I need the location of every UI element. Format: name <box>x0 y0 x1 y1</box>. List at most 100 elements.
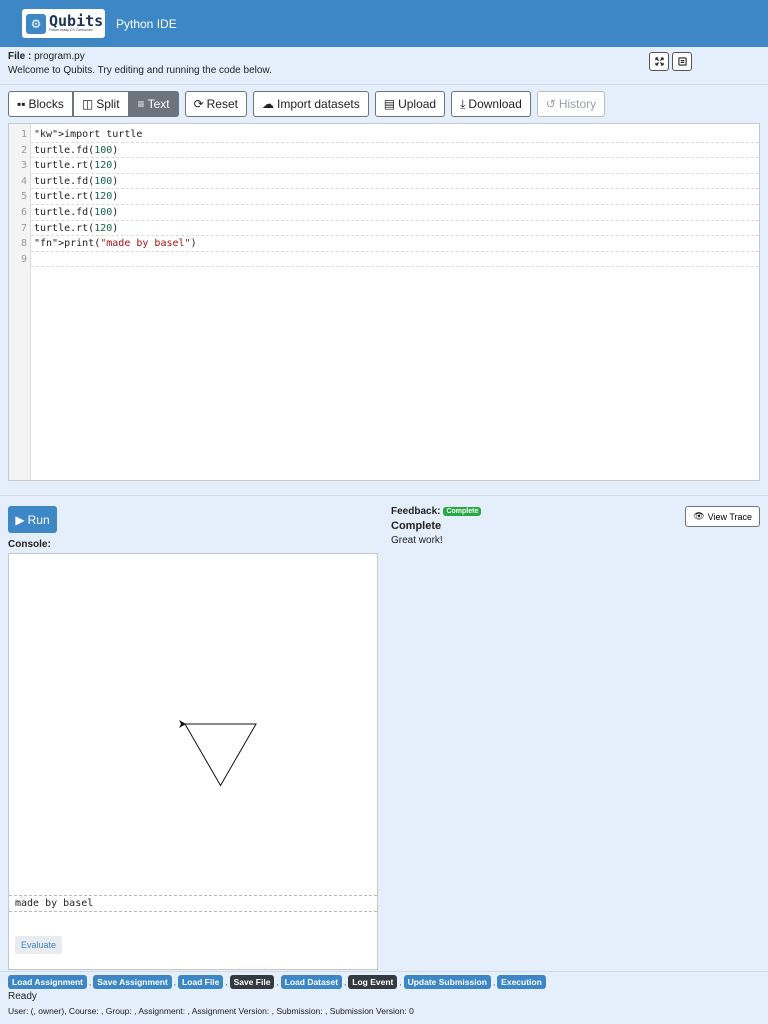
feedback-column: Feedback: Complete Complete Great work! … <box>391 506 760 546</box>
line-number: 2 <box>20 144 27 156</box>
event-separator: , <box>399 977 402 987</box>
code-line[interactable] <box>31 252 759 268</box>
event-separator: , <box>344 977 347 987</box>
import-datasets-label: Import datasets <box>277 97 360 111</box>
status-footer: Load Assignment, Save Assignment, Load Fil… <box>0 971 768 1018</box>
text-label: Text <box>147 97 170 111</box>
refresh-icon: ⟳ <box>193 97 204 111</box>
view-mode-group: ▪▪ Blocks ◫ Split ≡ Text <box>8 91 179 117</box>
upload-button[interactable]: ▤ Upload <box>374 91 446 117</box>
code-editor[interactable]: 1 2 3 4 5 6 7 8 9 "kw">import turtle tur… <box>8 123 760 481</box>
execution-panel: ▶ Run Console: made by basel Evaluate Fe… <box>0 495 768 971</box>
logo-text: Qubits Future ready CS Curriculum <box>49 14 103 33</box>
history-label: History <box>558 97 597 111</box>
text-align-icon: ≡ <box>137 97 145 111</box>
run-button[interactable]: ▶ Run <box>8 506 57 533</box>
code-line[interactable]: "kw">import turtle <box>31 127 759 143</box>
cloud-upload-icon: ☁ <box>262 97 274 111</box>
download-icon: ⤓ <box>460 96 466 111</box>
turtle-cursor-icon <box>179 720 186 728</box>
reset-button[interactable]: ⟳ Reset <box>184 91 247 117</box>
code-line[interactable]: turtle.rt(120) <box>31 189 759 205</box>
fullscreen-button[interactable] <box>649 52 669 71</box>
welcome-text: Welcome to Qubits. Try editing and runni… <box>8 65 272 76</box>
upload-label: Upload <box>398 97 437 111</box>
blocks-label: Blocks <box>28 97 64 111</box>
chip-icon: ⚙ <box>26 13 46 34</box>
logo-tagline: Future ready CS Curriculum <box>49 28 93 33</box>
file-name: program.py <box>34 51 85 62</box>
line-number: 3 <box>20 160 27 172</box>
turtle-drawing <box>179 720 257 787</box>
line-number: 5 <box>20 191 27 203</box>
history-icon: ↺ <box>545 97 556 111</box>
eye-icon: 👁 <box>693 511 705 521</box>
turtle-canvas <box>9 554 377 895</box>
view-trace-label: View Trace <box>707 511 752 522</box>
code-line[interactable]: turtle.fd(100) <box>31 174 759 190</box>
event-badge: Save Assignment <box>93 975 172 989</box>
line-number: 4 <box>20 175 27 187</box>
event-badge: Load File <box>178 975 224 989</box>
console-label: Console: <box>8 539 51 550</box>
user-info: User: (, owner), Course: , Group: , Assi… <box>8 1006 414 1016</box>
file-label: File : <box>8 51 32 62</box>
event-badge: Load Dataset <box>280 975 343 989</box>
code-line[interactable]: turtle.fd(100) <box>31 143 759 159</box>
event-log: Load Assignment, Save Assignment, Load Fil… <box>8 975 760 989</box>
line-number: 6 <box>20 206 27 218</box>
download-button[interactable]: ⤓ Download <box>451 91 531 117</box>
code-area[interactable]: "kw">import turtle turtle.fd(100) turtle… <box>31 124 759 480</box>
code-line[interactable]: turtle.fd(100) <box>31 205 759 221</box>
menu-toggle-button[interactable] <box>672 52 692 71</box>
code-line[interactable]: turtle.rt(120) <box>31 158 759 174</box>
logo-name: Qubits <box>49 12 104 31</box>
run-label: Run <box>27 512 50 527</box>
code-line[interactable]: turtle.rt(120) <box>31 221 759 237</box>
line-number-gutter: 1 2 3 4 5 6 7 8 9 <box>9 124 31 480</box>
file-line: File : program.py <box>8 50 760 63</box>
evaluate-button[interactable]: Evaluate <box>15 936 63 954</box>
view-trace-button[interactable]: 👁 View Trace <box>685 506 760 527</box>
history-button[interactable]: ↺ History <box>536 91 606 117</box>
line-number: 7 <box>20 222 27 234</box>
reset-label: Reset <box>206 97 238 111</box>
feedback-label: Feedback: <box>391 506 441 517</box>
line-number: 8 <box>20 238 27 250</box>
split-label: Split <box>96 97 120 111</box>
file-upload-icon: ▤ <box>383 97 396 111</box>
status-badge: Complete <box>443 507 482 516</box>
text-button[interactable]: ≡ Text <box>128 91 179 117</box>
event-separator: , <box>492 977 496 987</box>
line-number: 1 <box>20 129 27 140</box>
import-datasets-button[interactable]: ☁ Import datasets <box>253 91 369 117</box>
event-separator: , <box>89 977 92 987</box>
split-icon: ◫ <box>81 97 94 111</box>
console-output: made by basel <box>9 895 377 912</box>
expand-icon <box>654 57 664 66</box>
download-label: Download <box>468 97 522 111</box>
console-column: ▶ Run Console: made by basel Evaluate <box>8 506 378 970</box>
app-title: Python IDE <box>116 16 177 31</box>
top-bar: ⚙ Qubits Future ready CS Curriculum Pyth… <box>0 0 768 47</box>
status-text: Ready <box>8 991 37 1002</box>
play-icon: ▶ <box>15 512 25 527</box>
blocks-button[interactable]: ▪▪ Blocks <box>8 91 73 117</box>
event-badge: Update Submission <box>403 975 491 989</box>
split-button[interactable]: ◫ Split <box>72 91 129 117</box>
event-badge: Load Assignment <box>8 975 87 989</box>
event-badge: Save File <box>229 975 275 989</box>
event-separator: , <box>225 977 228 987</box>
event-badge: Execution <box>497 975 546 989</box>
view-controls <box>649 52 692 71</box>
blocks-icon: ▪▪ <box>17 97 26 111</box>
feedback-message: Great work! <box>391 535 443 546</box>
console: made by basel Evaluate <box>8 553 378 970</box>
editor-toolbar: ▪▪ Blocks ◫ Split ≡ Text ⟳ Reset ☁ Impor… <box>0 85 768 123</box>
event-separator: , <box>276 977 279 987</box>
code-line[interactable]: "fn">print("made by basel") <box>31 236 759 252</box>
turtle-triangle <box>184 723 257 787</box>
qubits-logo[interactable]: ⚙ Qubits Future ready CS Curriculum <box>22 9 105 38</box>
file-info: File : program.py Welcome to Qubits. Try… <box>0 47 768 85</box>
list-icon <box>677 57 687 66</box>
